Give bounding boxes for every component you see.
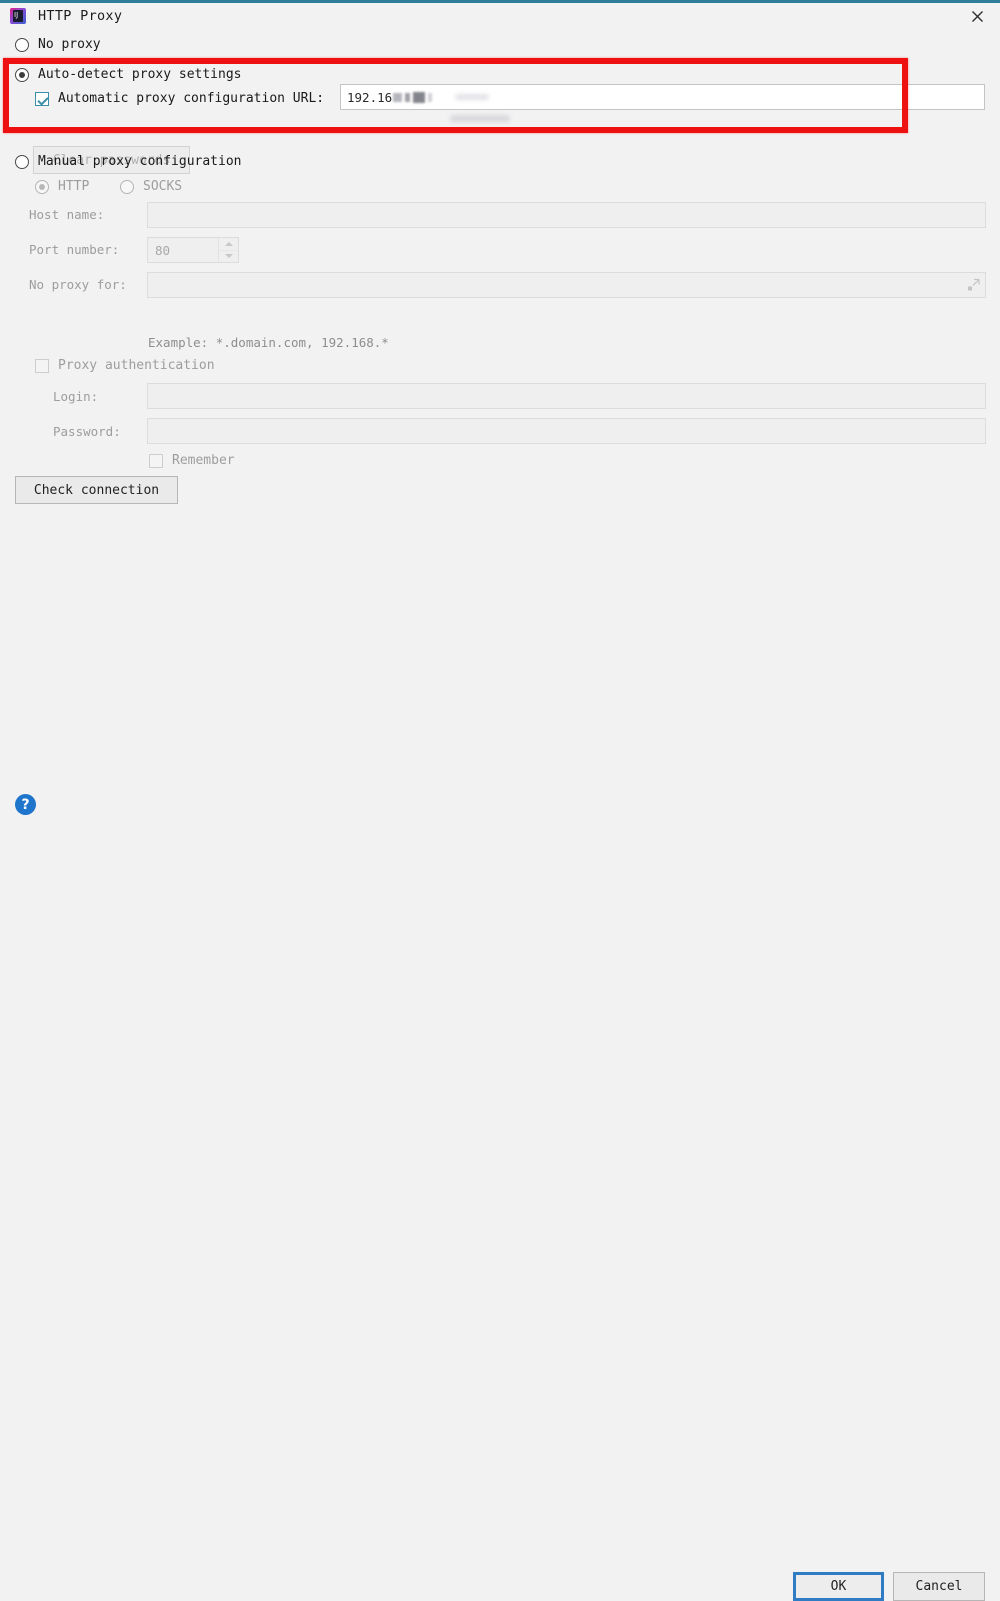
check-connection-button[interactable]: Check connection xyxy=(15,476,178,504)
radio-protocol-socks: SOCKS xyxy=(120,179,182,194)
pac-url-redaction-smudge-2 xyxy=(455,94,489,100)
port-number-label: Port number: xyxy=(29,242,120,257)
checkbox-proxy-authentication-indicator xyxy=(35,358,49,373)
example-hint: Example: *.domain.com, 192.168.* xyxy=(148,335,389,350)
radio-auto-detect-indicator xyxy=(15,67,29,82)
ok-button[interactable]: OK xyxy=(793,1572,884,1601)
checkbox-remember-label: Remember xyxy=(172,453,235,468)
help-icon[interactable]: ? xyxy=(15,794,36,815)
title-bar: IJ HTTP Proxy xyxy=(0,3,1000,29)
intellij-idea-icon: IJ xyxy=(10,8,26,24)
radio-auto-detect-proxy[interactable]: Auto-detect proxy settings xyxy=(15,67,242,82)
pac-url-redacted-block xyxy=(393,91,433,103)
checkbox-proxy-authentication-label: Proxy authentication xyxy=(58,358,215,373)
chevron-up-icon xyxy=(219,238,238,251)
port-number-arrows xyxy=(218,238,238,262)
chevron-down-icon xyxy=(219,251,238,263)
login-input xyxy=(147,383,986,409)
close-icon[interactable] xyxy=(954,3,1000,29)
radio-protocol-socks-label: SOCKS xyxy=(143,179,183,194)
dialog-footer: ? OK Cancel xyxy=(0,781,1000,1601)
radio-manual-proxy-indicator xyxy=(15,154,29,169)
proxy-settings-panel: No proxy Auto-detect proxy settings Auto… xyxy=(0,29,1000,781)
checkbox-pac-url-label: Automatic proxy configuration URL: xyxy=(58,91,325,106)
password-input xyxy=(147,418,986,444)
checkbox-remember: Remember xyxy=(149,453,235,468)
checkbox-remember-indicator xyxy=(149,453,163,468)
pac-url-redaction-smudge xyxy=(450,115,510,122)
radio-no-proxy-label: No proxy xyxy=(38,37,101,52)
host-name-input xyxy=(147,202,986,228)
checkbox-pac-url-indicator xyxy=(35,91,49,106)
window-title: HTTP Proxy xyxy=(38,8,123,24)
radio-protocol-http-label: HTTP xyxy=(58,179,90,194)
checkbox-proxy-authentication: Proxy authentication xyxy=(35,358,215,373)
no-proxy-for-label: No proxy for: xyxy=(29,277,127,292)
cancel-button-label: Cancel xyxy=(915,1579,963,1594)
radio-manual-proxy[interactable]: Manual proxy configuration xyxy=(15,154,242,169)
radio-protocol-http: HTTP xyxy=(35,179,89,194)
port-number-stepper: 80 xyxy=(147,237,239,263)
password-label: Password: xyxy=(53,424,121,439)
cancel-button[interactable]: Cancel xyxy=(893,1572,985,1601)
radio-no-proxy-indicator xyxy=(15,37,29,52)
radio-no-proxy[interactable]: No proxy xyxy=(15,37,101,52)
expand-icon xyxy=(967,278,980,292)
radio-protocol-socks-indicator xyxy=(120,179,134,194)
check-connection-label: Check connection xyxy=(33,482,160,498)
pac-url-input[interactable]: 192.16 xyxy=(340,84,985,110)
radio-protocol-http-indicator xyxy=(35,179,49,194)
login-label: Login: xyxy=(53,389,99,404)
checkbox-pac-url[interactable]: Automatic proxy configuration URL: xyxy=(35,91,324,106)
radio-manual-proxy-label: Manual proxy configuration xyxy=(38,154,242,169)
pac-url-value: 192.16 xyxy=(347,89,393,105)
port-number-value: 80 xyxy=(155,242,171,258)
radio-auto-detect-label: Auto-detect proxy settings xyxy=(38,67,242,82)
no-proxy-for-input xyxy=(147,272,986,298)
ok-button-label: OK xyxy=(830,1579,847,1594)
help-icon-glyph: ? xyxy=(21,796,30,813)
host-name-label: Host name: xyxy=(29,207,105,222)
